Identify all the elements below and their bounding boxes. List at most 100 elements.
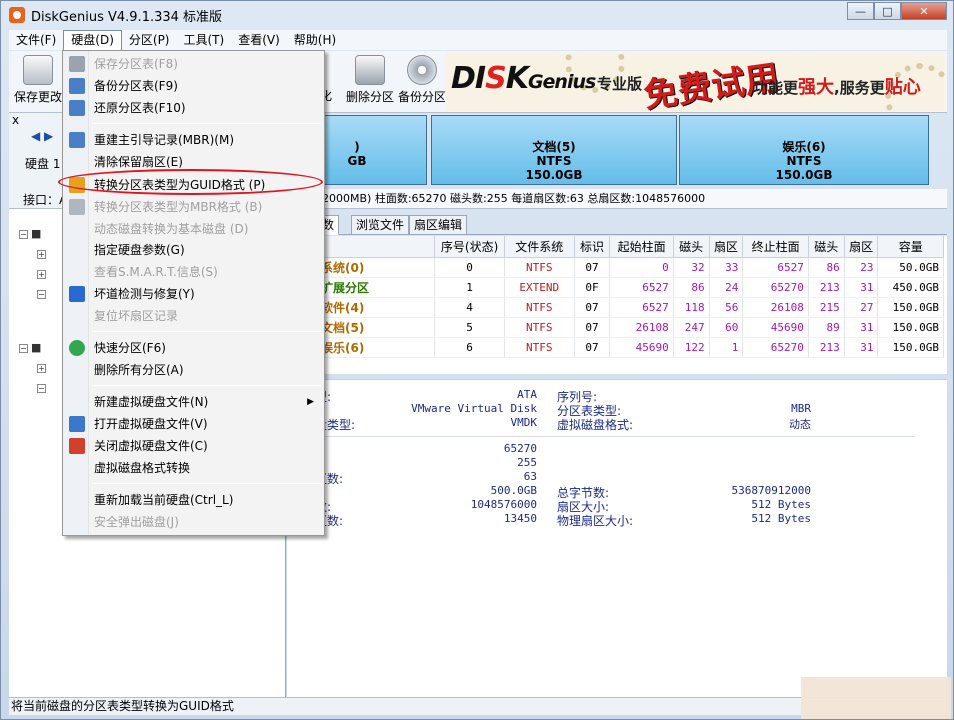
col-seq[interactable]: 序号(状态) (434, 236, 505, 258)
menu-item: 安全弹出磁盘(J) (65, 511, 322, 533)
partition-row[interactable]: 软件(4) 4 NTFS 07 6527 118 56 26108 215 27 150.0GB (287, 297, 944, 318)
detail-value: 63 (523, 470, 537, 483)
menu-item: 动态磁盘转换为基本磁盘 (D) (65, 218, 322, 240)
menu-item-label: 虚拟磁盘格式转换 (94, 461, 191, 475)
backup-label: 备份分区 (397, 90, 446, 104)
partition-block-docs[interactable]: 文档(5) NTFS 150.0GB (431, 115, 677, 185)
col-fs[interactable]: 文件系统 (504, 236, 575, 258)
detail-value: 13450 (503, 512, 537, 525)
menu-partition[interactable]: 分区(P) (122, 30, 177, 50)
cell-es: 31 (844, 277, 879, 298)
partition-row[interactable]: 娱乐(6) 6 NTFS 07 45690 122 1 65270 213 31 150.0GB (287, 337, 944, 358)
tree-node[interactable]: − ■ (19, 341, 41, 354)
partition-row[interactable]: 文档(5) 5 NTFS 07 26108 247 60 45690 89 31 150.0GB (287, 317, 944, 338)
menu-item[interactable]: 虚拟磁盘格式转换 (65, 457, 322, 479)
menu-item-label: 删除所有分区(A) (94, 363, 184, 377)
backup-partition-button[interactable]: 备份分区 (397, 55, 447, 105)
trash-icon (355, 55, 385, 85)
cell-seq: 1 (434, 277, 505, 298)
cell-es: 23 (844, 257, 879, 278)
tab-sector-edit[interactable]: 扇区编辑 (409, 215, 468, 235)
tree-node[interactable]: − (37, 287, 49, 300)
delete-partition-button[interactable]: 删除分区 (345, 55, 395, 105)
menu-help[interactable]: 帮助(H) (287, 30, 343, 50)
menu-item[interactable]: 重建主引导记录(MBR)(M) (65, 129, 322, 151)
menu-disk[interactable]: 硬盘(D) (63, 30, 122, 50)
tree-node[interactable]: − ■ (19, 227, 41, 240)
disk-label: 硬盘 1 (25, 157, 61, 171)
ad-banner[interactable]: DISKGenius 专业版 免费试用 功能更强大,服务更贴心 (445, 53, 945, 111)
minimize-button[interactable]: — (847, 2, 874, 20)
maximize-button[interactable]: □ (874, 2, 901, 20)
partition-row[interactable]: 扩展分区 1 EXTEND 0F 6527 86 24 65270 213 31 450.0GB (287, 277, 944, 298)
menu-view[interactable]: 查看(V) (231, 30, 287, 50)
cell-ec: 65270 (742, 337, 809, 358)
menu-item-label: 打开虚拟硬盘文件(V) (94, 417, 208, 431)
cell-ss: 60 (709, 317, 744, 338)
cell-seq: 4 (434, 297, 505, 318)
menu-item-label: 还原分区表(F10) (94, 101, 186, 115)
menu-item[interactable]: 重新加载当前硬盘(Ctrl_L) (65, 489, 322, 511)
col-start-cyl[interactable]: 起始柱面 (609, 236, 674, 258)
save-changes-button[interactable]: 保存更改 (13, 55, 63, 105)
menu-file[interactable]: 文件(F) (9, 30, 63, 50)
menu-tools[interactable]: 工具(T) (177, 30, 232, 50)
cell-eh: 213 (808, 277, 845, 298)
cell-size: 150.0GB (877, 337, 944, 358)
menu-item-label: 重建主引导记录(MBR)(M) (94, 133, 235, 147)
cell-ss: 1 (709, 337, 744, 358)
menu-item[interactable]: 打开虚拟硬盘文件(V) (65, 413, 322, 435)
detail-value: MBR (791, 402, 811, 415)
menu-item-label: 新建虚拟硬盘文件(N) (94, 395, 209, 409)
col-end-cyl[interactable]: 终止柱面 (742, 236, 809, 258)
menu-item[interactable]: 备份分区表(F9) (65, 75, 322, 97)
menu-item-icon (69, 132, 85, 148)
col-end-head[interactable]: 磁头 (808, 236, 845, 258)
menu-item-icon (69, 56, 85, 72)
submenu-arrow-icon: ▶ (307, 397, 314, 407)
window-title: DiskGenius V4.9.1.334 标准版 (31, 9, 223, 25)
cell-sc: 45690 (609, 337, 674, 358)
partition-block-ent[interactable]: 娱乐(6) NTFS 150.0GB (679, 115, 929, 185)
watermark-overlay (801, 677, 951, 719)
detail-divider (315, 436, 915, 437)
banner-pro-text: 专业版 (597, 75, 643, 93)
menu-item[interactable]: 删除所有分区(A) (65, 359, 322, 381)
menu-item[interactable]: 坏道检测与修复(Y) (65, 283, 322, 305)
menu-item-label: 复位坏扇区记录 (94, 309, 179, 323)
tree-node[interactable]: + (37, 267, 49, 280)
save-label: 保存更改 (13, 90, 62, 104)
menu-item[interactable]: 快速分区(F6) (65, 337, 322, 359)
col-start-head[interactable]: 磁头 (673, 236, 710, 258)
close-button[interactable]: ✕ (901, 2, 947, 20)
tree-node[interactable]: − (37, 381, 49, 394)
disk-partition-map: ) GB 文档(5) NTFS 150.0GB 娱乐(6) NTFS 150.0GB (287, 113, 947, 187)
delete-label: 删除分区 (345, 90, 394, 104)
menu-item[interactable]: 还原分区表(F10) (65, 97, 322, 119)
disk-nav-arrows[interactable]: ◀ ▶ (31, 129, 53, 143)
menu-item[interactable]: 关闭虚拟硬盘文件(C) (65, 435, 322, 457)
partition-row[interactable]: 系统(0) 0 NTFS 07 0 32 33 6527 86 23 50.0GB (287, 257, 944, 278)
cell-id: 07 (574, 317, 611, 338)
detail-value: 536870912000 (731, 484, 811, 497)
menu-item-icon (69, 286, 85, 302)
cell-id: 07 (574, 297, 611, 318)
cell-size: 150.0GB (877, 297, 944, 318)
col-size[interactable]: 容量 (877, 236, 944, 258)
menu-item-label: 备份分区表(F9) (94, 79, 178, 93)
menu-separator (93, 331, 321, 332)
menu-item[interactable]: 新建虚拟硬盘文件(N) ▶ (65, 391, 322, 413)
cell-size: 50.0GB (877, 257, 944, 278)
col-start-sector[interactable]: 扇区 (709, 236, 744, 258)
panel-close-icon[interactable]: x (12, 113, 19, 127)
tree-node[interactable]: + (37, 361, 49, 374)
cell-es: 27 (844, 297, 879, 318)
menu-item[interactable]: 指定硬盘参数(G) (65, 239, 322, 261)
col-end-sector[interactable]: 扇区 (844, 236, 879, 258)
col-id[interactable]: 标识 (574, 236, 611, 258)
detail-value: 500.0GB (490, 484, 537, 497)
tree-node[interactable]: + (37, 247, 49, 260)
menu-separator (93, 483, 321, 484)
menu-separator (93, 123, 321, 124)
tab-browse-files[interactable]: 浏览文件 (351, 215, 410, 235)
